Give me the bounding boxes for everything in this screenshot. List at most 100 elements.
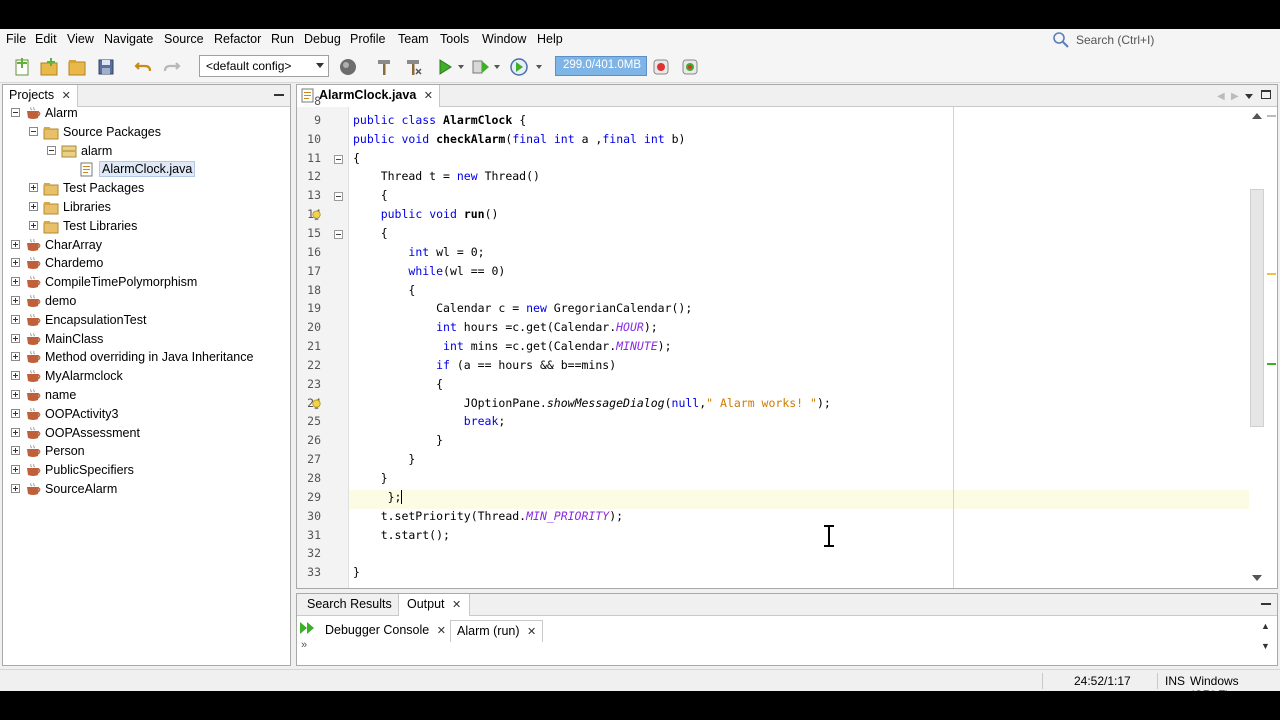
insert-mode[interactable]: INS xyxy=(1165,674,1185,688)
minimize-icon[interactable] xyxy=(1261,603,1271,605)
code-line[interactable]: public class AlarmClock { xyxy=(349,113,1249,132)
tab-alarm-run[interactable]: Alarm (run) ✕ xyxy=(450,620,544,642)
build-hammer-icon[interactable] xyxy=(374,57,394,77)
collapse-icon[interactable] xyxy=(11,108,20,117)
menu-help[interactable]: Help xyxy=(537,32,563,46)
code-line[interactable]: int wl = 0; xyxy=(349,245,1249,264)
menu-profile[interactable]: Profile xyxy=(350,32,385,46)
close-icon[interactable]: ✕ xyxy=(437,625,446,637)
code-line[interactable]: { xyxy=(349,151,1249,170)
expand-icon[interactable] xyxy=(11,427,20,437)
menu-run[interactable]: Run xyxy=(271,32,294,46)
code-line[interactable]: if (a == hours && b==mins) xyxy=(349,358,1249,377)
code-line[interactable]: Calendar c = new GregorianCalendar(); xyxy=(349,301,1249,320)
code-line[interactable]: { xyxy=(349,188,1249,207)
undo-icon[interactable] xyxy=(133,57,153,77)
code-line[interactable]: t.start(); xyxy=(349,528,1249,547)
scroll-down-icon[interactable] xyxy=(1252,575,1262,581)
caret-position[interactable]: 24:52/1:17 xyxy=(1074,674,1131,688)
code-line[interactable]: int mins =c.get(Calendar.MINUTE); xyxy=(349,339,1249,358)
code-line[interactable]: public void checkAlarm(final int a ,fina… xyxy=(349,132,1249,151)
expand-icon[interactable] xyxy=(29,183,38,193)
new-project-icon[interactable] xyxy=(39,57,59,77)
code-line[interactable]: { xyxy=(349,377,1249,396)
code-editor[interactable]: public class AlarmClock {public void che… xyxy=(349,107,1249,588)
stripe-warning-marker[interactable] xyxy=(1267,273,1276,275)
fold-toggle-icon[interactable] xyxy=(334,154,343,164)
quick-search[interactable]: Search (Ctrl+I) xyxy=(1052,31,1252,49)
expand-icon[interactable] xyxy=(11,277,20,287)
expand-icon[interactable] xyxy=(11,390,20,399)
line-endings[interactable]: Windows (CRLF) xyxy=(1190,674,1280,691)
menu-team[interactable]: Team xyxy=(398,32,429,46)
profile-dropdown-icon[interactable] xyxy=(536,65,542,69)
code-line[interactable]: } xyxy=(349,565,1249,584)
code-line[interactable]: } xyxy=(349,433,1249,452)
menu-edit[interactable]: Edit xyxy=(35,32,57,46)
tab-output[interactable]: Output ✕ xyxy=(398,594,471,616)
code-line[interactable]: } xyxy=(349,471,1249,490)
expand-icon[interactable] xyxy=(11,258,20,268)
maximize-icon[interactable] xyxy=(1261,90,1271,99)
new-file-icon[interactable] xyxy=(12,57,32,77)
menu-window[interactable]: Window xyxy=(482,32,526,46)
profile-icon[interactable] xyxy=(509,57,529,77)
hint-lightbulb-icon[interactable] xyxy=(311,210,322,221)
code-line[interactable]: int hours =c.get(Calendar.HOUR); xyxy=(349,320,1249,339)
save-all-icon[interactable] xyxy=(96,57,116,77)
expand-icon[interactable] xyxy=(11,408,20,418)
menu-view[interactable]: View xyxy=(67,32,94,46)
expand-icon[interactable] xyxy=(11,484,20,493)
expand-icon[interactable] xyxy=(29,202,38,211)
open-project-icon[interactable] xyxy=(67,57,87,77)
expand-icon[interactable] xyxy=(11,465,20,475)
menu-navigate[interactable]: Navigate xyxy=(104,32,153,46)
scroll-tabs-right-icon[interactable]: ▶ xyxy=(1231,91,1239,102)
expand-icon[interactable] xyxy=(11,296,20,305)
close-icon[interactable]: ✕ xyxy=(452,599,461,611)
debug-dropdown-icon[interactable] xyxy=(494,65,500,69)
output-scroll-down-icon[interactable]: ▼ xyxy=(1261,641,1270,651)
code-line[interactable]: Thread t = new Thread() xyxy=(349,169,1249,188)
menu-source[interactable]: Source xyxy=(164,32,204,46)
stripe-ok-marker[interactable] xyxy=(1267,363,1276,365)
code-line[interactable]: }; xyxy=(349,489,1249,509)
fold-toggle-icon[interactable] xyxy=(334,229,343,239)
expand-icon[interactable] xyxy=(11,333,20,343)
expand-icon[interactable] xyxy=(11,239,20,249)
code-line[interactable]: { xyxy=(349,283,1249,302)
menu-debug[interactable]: Debug xyxy=(304,32,341,46)
globe-icon[interactable] xyxy=(338,57,358,77)
code-line[interactable]: break; xyxy=(349,414,1249,433)
expand-icon[interactable] xyxy=(11,314,20,324)
expand-icon[interactable] xyxy=(11,446,20,456)
expand-icon[interactable] xyxy=(11,371,20,381)
gc-icon[interactable] xyxy=(651,57,671,77)
code-line[interactable]: public void run() xyxy=(349,207,1249,226)
code-line[interactable]: } xyxy=(349,452,1249,471)
close-icon[interactable]: ✕ xyxy=(62,90,71,102)
scroll-up-icon[interactable] xyxy=(1252,113,1262,119)
collapse-icon[interactable] xyxy=(29,126,38,136)
tab-debugger-console[interactable]: Debugger Console ✕ xyxy=(319,620,452,642)
scroll-tabs-left-icon[interactable]: ◀ xyxy=(1217,91,1225,102)
expand-icon[interactable] xyxy=(29,220,38,230)
memory-indicator[interactable]: 299.0/401.0MB xyxy=(555,56,647,76)
stripe-marker[interactable] xyxy=(1267,115,1276,117)
code-line[interactable]: t.setPriority(Thread.MIN_PRIORITY); xyxy=(349,509,1249,528)
tab-projects[interactable]: Projects ✕ xyxy=(3,85,78,107)
menu-file[interactable]: File xyxy=(6,32,26,46)
menu-tools[interactable]: Tools xyxy=(440,32,469,46)
scrollbar-thumb[interactable] xyxy=(1250,189,1264,427)
hint-lightbulb-icon[interactable] xyxy=(311,399,322,410)
output-scroll-up-icon[interactable]: ▲ xyxy=(1261,621,1270,631)
code-line[interactable]: JOptionPane.showMessageDialog(null," Ala… xyxy=(349,396,1249,415)
clean-build-icon[interactable] xyxy=(403,57,423,77)
profiler-icon[interactable] xyxy=(680,57,700,77)
menu-refactor[interactable]: Refactor xyxy=(214,32,261,46)
tab-search-results[interactable]: Search Results xyxy=(299,594,400,616)
run-icon[interactable] xyxy=(435,57,455,77)
collapse-icon[interactable] xyxy=(47,145,56,155)
close-icon[interactable]: ✕ xyxy=(527,626,536,638)
minimize-icon[interactable] xyxy=(274,94,284,96)
